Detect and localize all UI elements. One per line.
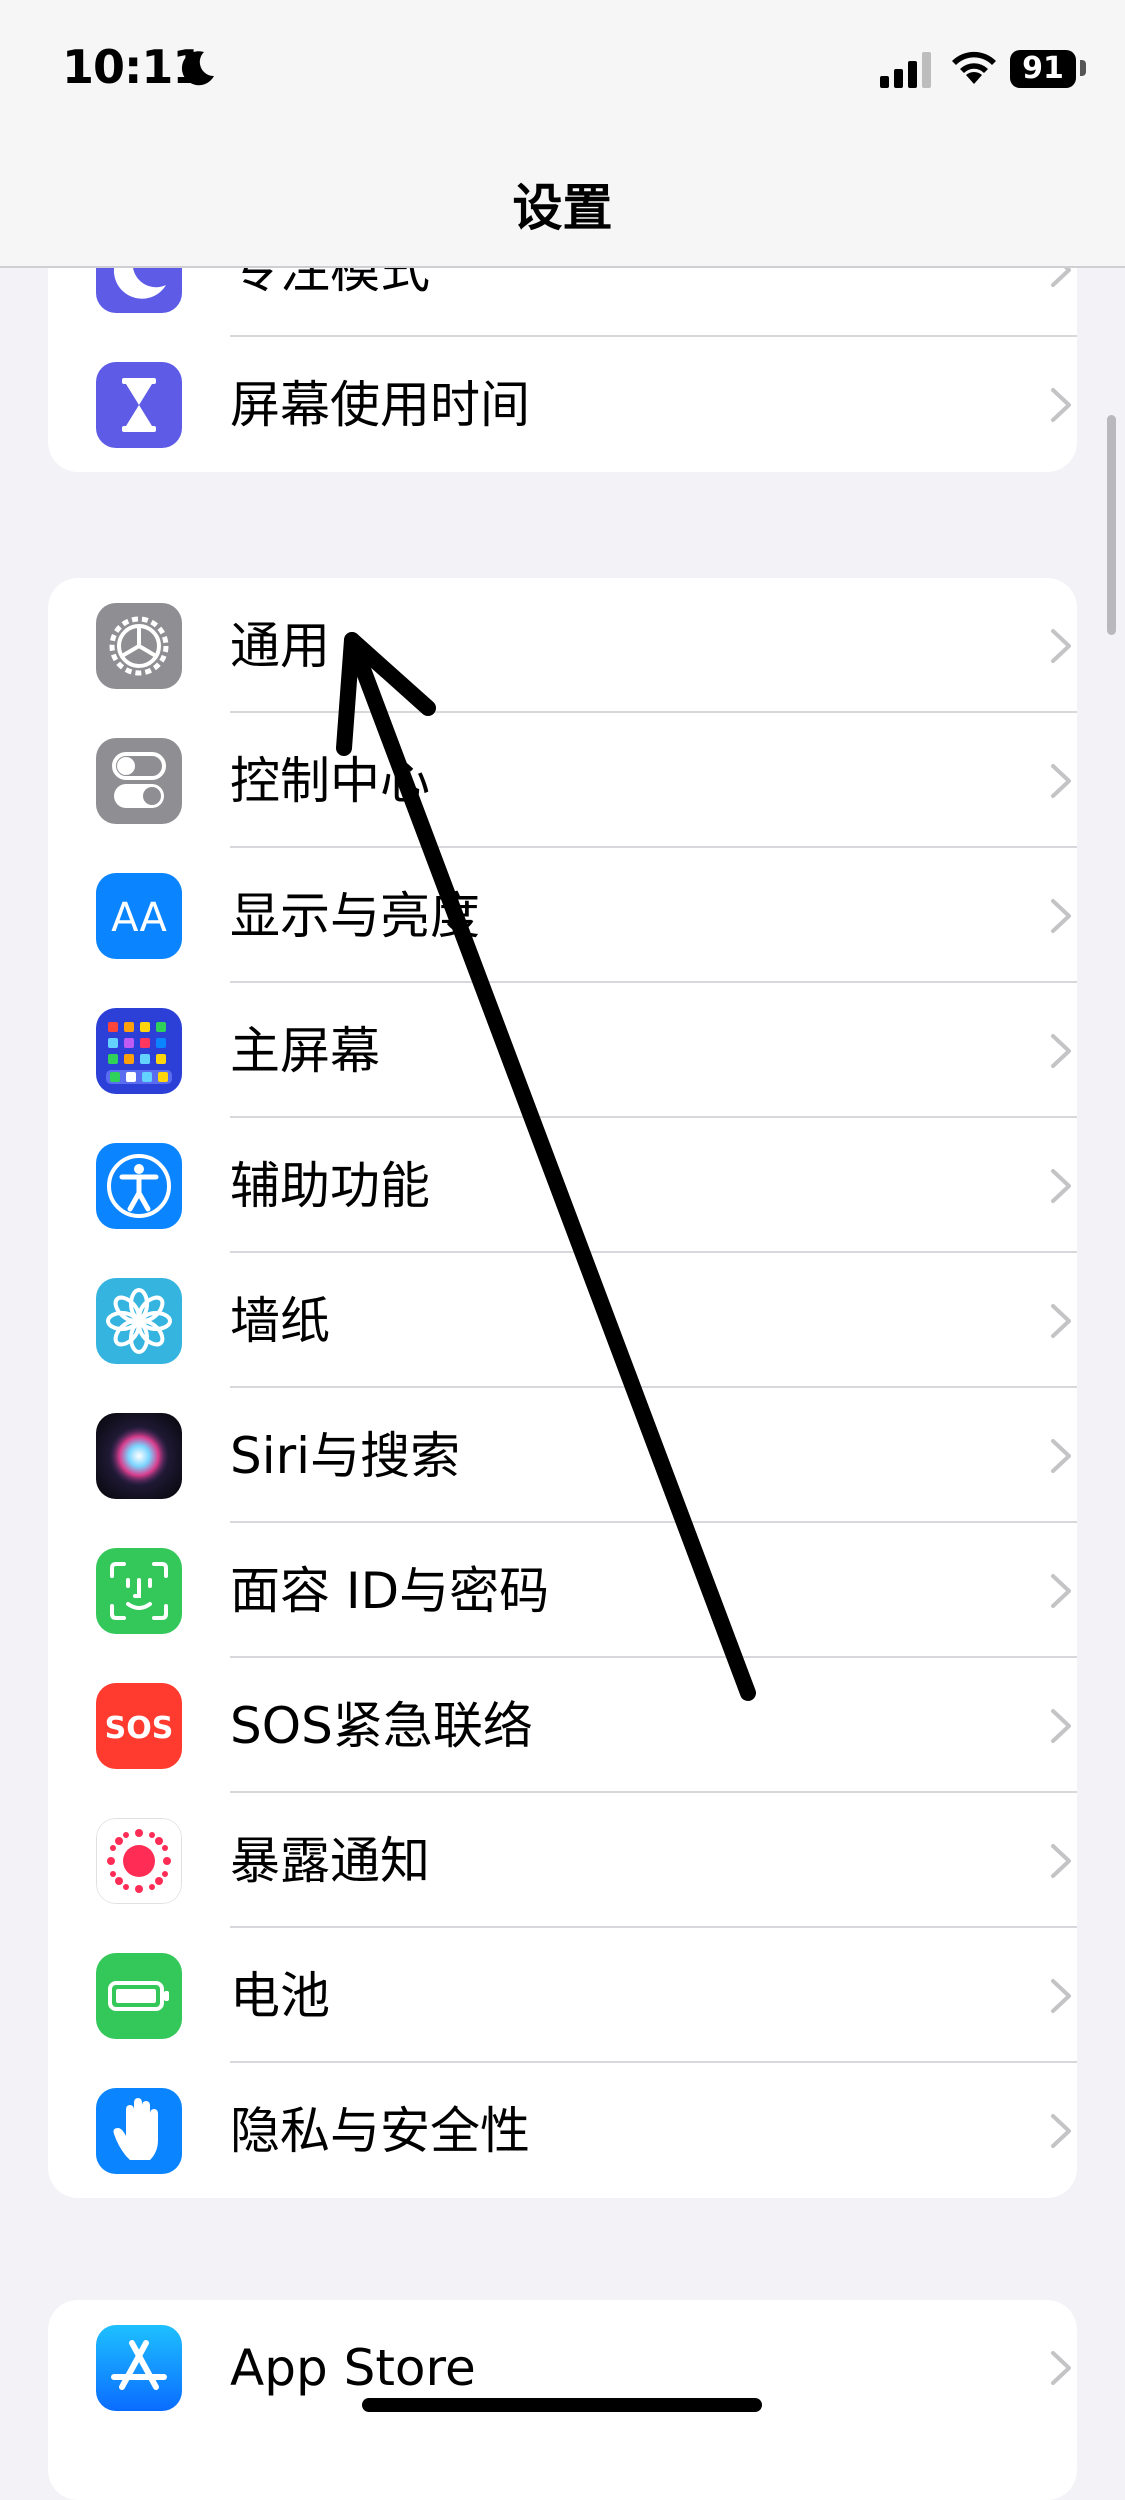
settings-row-label: 隐私与安全性	[230, 2102, 530, 2160]
settings-row-label: 主屏幕	[230, 1022, 380, 1080]
settings-row-sos[interactable]: SOS SOS紧急联络	[48, 1658, 1077, 1793]
chevron-right-icon	[1051, 2351, 1071, 2385]
settings-row-label: 控制中心	[230, 752, 430, 810]
chevron-right-icon	[1051, 629, 1071, 663]
app-store-icon	[96, 2325, 182, 2411]
settings-row-battery[interactable]: 电池	[48, 1928, 1077, 2063]
settings-row-wallpaper[interactable]: 墙纸	[48, 1253, 1077, 1388]
hourglass-icon	[96, 362, 182, 448]
settings-row-general[interactable]: 通用	[48, 578, 1077, 713]
chevron-right-icon	[1051, 1979, 1071, 2013]
chevron-right-icon	[1051, 1034, 1071, 1068]
focus-moon-icon	[181, 51, 214, 86]
settings-row-label: 屏幕使用时间	[230, 376, 530, 434]
settings-row-label: 显示与亮度	[230, 887, 480, 945]
cellular-signal-icon	[880, 52, 931, 88]
sos-label: SOS	[105, 1711, 174, 1746]
settings-row-label: 电池	[230, 1967, 330, 2025]
settings-row-display[interactable]: AA 显示与亮度	[48, 848, 1077, 983]
wifi-icon	[952, 51, 996, 84]
gear-icon	[96, 603, 182, 689]
app-grid-icon	[96, 1008, 182, 1094]
accessibility-icon	[96, 1143, 182, 1229]
flower-icon	[96, 1278, 182, 1364]
chevron-right-icon	[1051, 1169, 1071, 1203]
chevron-right-icon	[1051, 1304, 1071, 1338]
battery-icon	[96, 1953, 182, 2039]
toggle-icon	[96, 738, 182, 824]
settings-row-privacy[interactable]: 隐私与安全性	[48, 2063, 1077, 2198]
chevron-right-icon	[1051, 1844, 1071, 1878]
chevron-right-icon	[1051, 764, 1071, 798]
settings-row-face-id[interactable]: 面容 ID与密码	[48, 1523, 1077, 1658]
home-indicator[interactable]	[362, 2398, 762, 2412]
battery-tip	[1080, 60, 1086, 76]
settings-row-label: Siri与搜索	[230, 1427, 461, 1485]
text-size-icon: AA	[96, 873, 182, 959]
chevron-right-icon	[1051, 388, 1071, 422]
settings-row-control-center[interactable]: 控制中心	[48, 713, 1077, 848]
page-title: 设置	[512, 179, 613, 237]
siri-icon	[96, 1413, 182, 1499]
settings-row-accessibility[interactable]: 辅助功能	[48, 1118, 1077, 1253]
settings-row-home-screen[interactable]: 主屏幕	[48, 983, 1077, 1118]
scroll-indicator[interactable]	[1107, 415, 1116, 635]
settings-row-label: App Store	[230, 2339, 476, 2397]
settings-row-label: SOS紧急联络	[230, 1697, 533, 1755]
settings-row-label: 墙纸	[230, 1292, 330, 1350]
settings-row-app-store[interactable]: App Store	[48, 2300, 1077, 2435]
text-size-label: AA	[111, 895, 167, 941]
settings-row-screen-time[interactable]: 屏幕使用时间	[48, 337, 1077, 472]
status-bar: 10:11 91	[0, 0, 1125, 140]
settings-row-label: 面容 ID与密码	[230, 1562, 550, 1620]
chevron-right-icon	[1051, 1709, 1071, 1743]
battery-level: 91	[1010, 50, 1076, 88]
sos-icon: SOS	[96, 1683, 182, 1769]
hand-icon	[96, 2088, 182, 2174]
settings-row-label: 通用	[230, 617, 330, 675]
chevron-right-icon	[1051, 1439, 1071, 1473]
settings-row-label: 辅助功能	[230, 1157, 430, 1215]
chevron-right-icon	[1051, 1574, 1071, 1608]
settings-row-siri[interactable]: Siri与搜索	[48, 1388, 1077, 1523]
face-id-icon	[96, 1548, 182, 1634]
chevron-right-icon	[1051, 2114, 1071, 2148]
settings-group-general: 通用 控制中心 AA 显示与亮度 主屏幕 辅助功能 墙纸 Siri与搜索 面容 …	[48, 578, 1077, 2198]
chevron-right-icon	[1051, 899, 1071, 933]
settings-row-exposure[interactable]: 暴露通知	[48, 1793, 1077, 1928]
settings-row-label: 暴露通知	[230, 1832, 430, 1890]
exposure-icon	[96, 1818, 182, 1904]
navigation-bar: 设置	[0, 140, 1125, 268]
